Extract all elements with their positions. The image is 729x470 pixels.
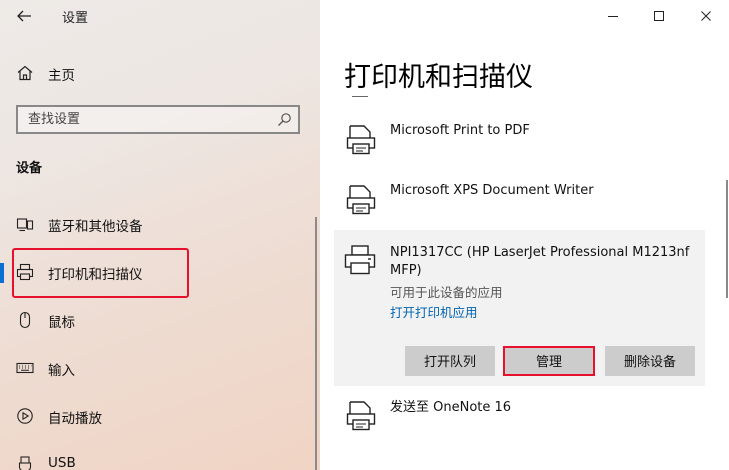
printer-document-icon xyxy=(346,125,376,155)
search-box xyxy=(16,105,300,134)
maximize-button[interactable] xyxy=(636,0,682,32)
close-icon xyxy=(701,11,711,21)
content-pane: 打印机和扫描仪 Microsoft Print to PDF Microsoft… xyxy=(320,0,729,470)
usb-icon xyxy=(18,456,32,470)
highlight-box xyxy=(12,248,189,298)
minimize-icon xyxy=(608,16,618,17)
printer-document-icon xyxy=(346,185,376,215)
close-button[interactable] xyxy=(683,0,729,32)
nav-item-label: 蓝牙和其他设备 xyxy=(48,219,143,235)
back-arrow-icon[interactable] xyxy=(14,6,34,26)
clipped-item-edge xyxy=(352,96,368,97)
navigation-pane: 设置 主页 设备 蓝牙和其他设备 打印机和扫描仪 xyxy=(0,0,320,470)
search-icon[interactable] xyxy=(277,112,292,127)
device-name: Microsoft Print to PDF xyxy=(390,123,530,138)
device-status: 可用于此设备的应用 xyxy=(390,285,503,300)
nav-item-usb[interactable]: USB xyxy=(0,444,316,470)
keyboard-icon xyxy=(16,362,34,374)
nav-item-mouse[interactable]: 鼠标 xyxy=(0,300,316,340)
device-item-xps-writer[interactable]: Microsoft XPS Document Writer xyxy=(332,176,705,228)
home-icon xyxy=(17,65,33,81)
device-item-hp-laserjet[interactable]: NPI1317CC (HP LaserJet Professional M121… xyxy=(334,230,705,386)
nav-item-label: 自动播放 xyxy=(48,411,102,427)
device-name: Microsoft XPS Document Writer xyxy=(390,183,594,198)
content-scrollbar[interactable] xyxy=(726,180,728,298)
open-printer-app-link[interactable]: 打开打印机应用 xyxy=(390,302,478,321)
window-title: 设置 xyxy=(62,11,89,26)
bluetooth-devices-icon xyxy=(16,218,34,232)
printer-icon xyxy=(344,245,376,275)
mouse-icon xyxy=(19,311,31,329)
device-item-print-to-pdf[interactable]: Microsoft Print to PDF xyxy=(332,116,705,168)
nav-item-home[interactable]: 主页 xyxy=(0,53,316,93)
nav-item-autoplay[interactable]: 自动播放 xyxy=(0,396,316,436)
nav-scrollbar[interactable] xyxy=(315,217,317,470)
open-queue-button[interactable]: 打开队列 xyxy=(405,346,495,376)
nav-item-typing[interactable]: 输入 xyxy=(0,348,316,388)
search-input[interactable] xyxy=(18,107,278,132)
nav-item-label: 鼠标 xyxy=(48,315,75,331)
nav-item-bluetooth-devices[interactable]: 蓝牙和其他设备 xyxy=(0,204,316,244)
maximize-icon xyxy=(654,11,664,21)
autoplay-icon xyxy=(17,408,33,424)
device-name: 发送至 OneNote 16 xyxy=(390,400,512,415)
nav-item-label: USB xyxy=(48,455,76,470)
device-item-onenote[interactable]: 发送至 OneNote 16 xyxy=(332,392,705,444)
page-title: 打印机和扫描仪 xyxy=(344,62,533,93)
minimize-button[interactable] xyxy=(590,0,636,32)
nav-item-label: 主页 xyxy=(48,68,75,84)
nav-item-label: 输入 xyxy=(48,363,75,379)
remove-device-button[interactable]: 删除设备 xyxy=(605,346,695,376)
printer-document-icon xyxy=(346,401,376,431)
manage-button[interactable]: 管理 xyxy=(503,346,595,376)
section-title: 设备 xyxy=(16,161,43,176)
device-name: NPI1317CC (HP LaserJet Professional M121… xyxy=(390,245,690,278)
